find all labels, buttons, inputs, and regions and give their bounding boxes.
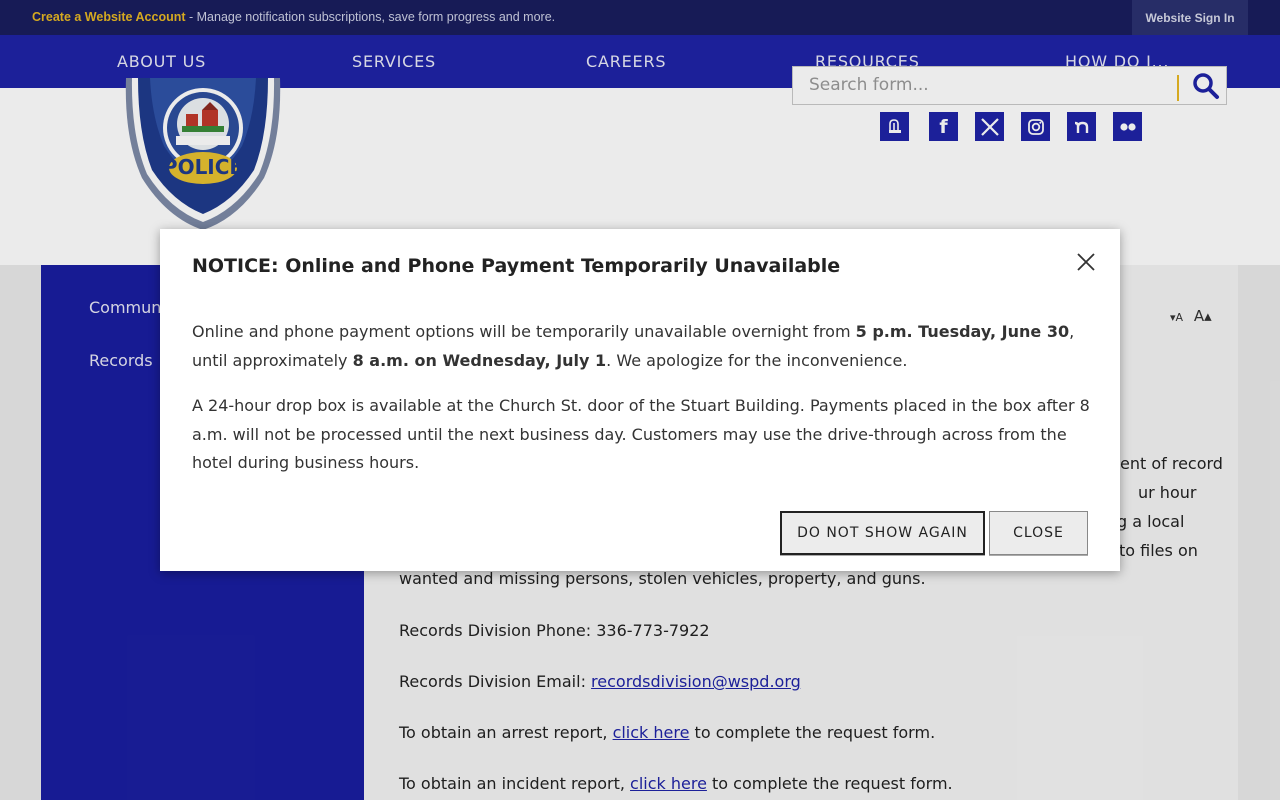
dialog-text: . We apologize for the inconvenience. [606,350,908,370]
notice-dialog: NOTICE: Online and Phone Payment Tempora… [160,229,1120,571]
dialog-title: NOTICE: Online and Phone Payment Tempora… [192,255,841,277]
dialog-paragraph-1: Online and phone payment options will be… [192,318,1092,375]
dialog-bold-date: 8 a.m. on Wednesday, July 1 [352,350,607,370]
dialog-text: Online and phone payment options will be… [192,322,856,341]
dialog-paragraph-2: A 24-hour drop box is available at the C… [192,396,1090,472]
close-button[interactable]: CLOSE [989,511,1088,555]
close-icon[interactable] [1074,250,1098,274]
dialog-bold-date: 5 p.m. Tuesday, June 30 [855,322,1070,341]
do-not-show-again-button[interactable]: DO NOT SHOW AGAIN [780,511,985,555]
